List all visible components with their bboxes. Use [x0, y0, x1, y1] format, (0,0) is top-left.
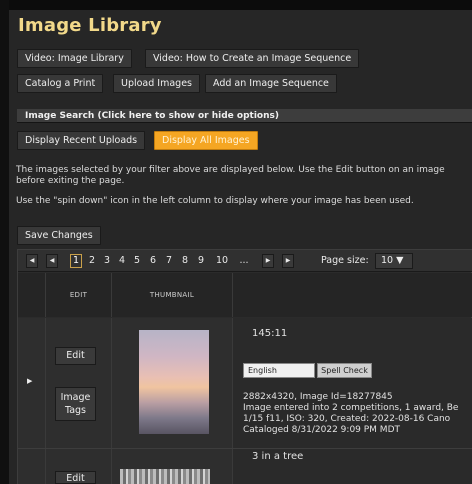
video-image-library-button[interactable]: Video: Image Library	[17, 49, 132, 68]
page-10[interactable]: 10	[214, 254, 230, 268]
image-caption[interactable]: 3 in a tree	[252, 452, 303, 462]
image-tags-label-line-2: Tags	[64, 405, 87, 416]
edit-button[interactable]: Edit	[55, 347, 96, 365]
details-column-header	[233, 273, 472, 317]
image-exif: 1/15 f11, ISO: 320, Created: 2022-08-16 …	[243, 414, 451, 424]
page-size-select[interactable]: 10 ▼	[375, 253, 413, 269]
instructions-line-3: Use the "spin down" icon in the left col…	[16, 196, 414, 206]
page-3[interactable]: 3	[102, 254, 112, 268]
page: Image Library Video: Image Library Video…	[0, 0, 472, 484]
page-7[interactable]: 7	[164, 254, 174, 268]
thumbnail-column-header: THUMBNAIL	[112, 273, 233, 317]
image-cataloged: Cataloged 8/31/2022 9:09 PM MDT	[243, 425, 400, 435]
language-select[interactable]: English	[243, 363, 315, 378]
image-tags-label-line-1: Image	[60, 392, 91, 403]
page-ellipsis[interactable]: ...	[237, 254, 251, 268]
top-border	[0, 0, 472, 10]
instructions-line-1: The images selected by your filter above…	[16, 165, 445, 175]
image-caption[interactable]: 145:11	[252, 329, 287, 339]
instructions-line-2: before exiting the page.	[16, 176, 125, 186]
page-size-label: Page size:	[321, 255, 369, 266]
last-page-icon[interactable]: ▶	[282, 254, 294, 268]
thumbnail-image[interactable]	[139, 330, 209, 434]
video-image-sequence-button[interactable]: Video: How to Create an Image Sequence	[145, 49, 360, 68]
edit-column-header: EDIT	[46, 273, 112, 317]
image-search-toggle[interactable]: Image Search (Click here to show or hide…	[17, 109, 472, 123]
display-recent-uploads-button[interactable]: Display Recent Uploads	[17, 131, 146, 150]
next-page-icon[interactable]: ▶	[262, 254, 274, 268]
catalog-print-button[interactable]: Catalog a Print	[17, 74, 104, 93]
image-tags-button[interactable]: Image Tags	[55, 387, 96, 421]
upload-images-button[interactable]: Upload Images	[113, 74, 201, 93]
expand-column	[18, 318, 46, 484]
page-8[interactable]: 8	[180, 254, 190, 268]
left-border	[0, 0, 9, 484]
page-1[interactable]: 1	[70, 254, 82, 268]
thumbnail-image[interactable]	[120, 469, 210, 484]
save-changes-button[interactable]: Save Changes	[17, 226, 101, 245]
pager: ◀ ◀ 1 2 3 4 5 6 7 8 9 10 ... ▶ ▶ Page si…	[18, 250, 472, 272]
edit-button[interactable]: Edit	[55, 471, 96, 484]
image-dimensions: 2882x4320, Image Id=18277845	[243, 392, 393, 402]
first-page-icon[interactable]: ◀	[26, 254, 38, 268]
page-title: Image Library	[18, 15, 162, 36]
prev-page-icon[interactable]: ◀	[46, 254, 58, 268]
display-all-images-button[interactable]: Display All Images	[154, 131, 258, 150]
page-4[interactable]: 4	[117, 254, 127, 268]
add-image-sequence-button[interactable]: Add an Image Sequence	[205, 74, 337, 93]
expand-column-header	[18, 273, 46, 317]
spin-down-icon[interactable]: ▶	[27, 377, 32, 385]
page-6[interactable]: 6	[148, 254, 158, 268]
page-2[interactable]: 2	[87, 254, 97, 268]
spell-check-button[interactable]: Spell Check	[317, 363, 372, 378]
row-divider	[18, 448, 472, 449]
page-5[interactable]: 5	[132, 254, 142, 268]
image-competitions: Image entered into 2 competitions, 1 awa…	[243, 403, 459, 413]
page-9[interactable]: 9	[196, 254, 206, 268]
